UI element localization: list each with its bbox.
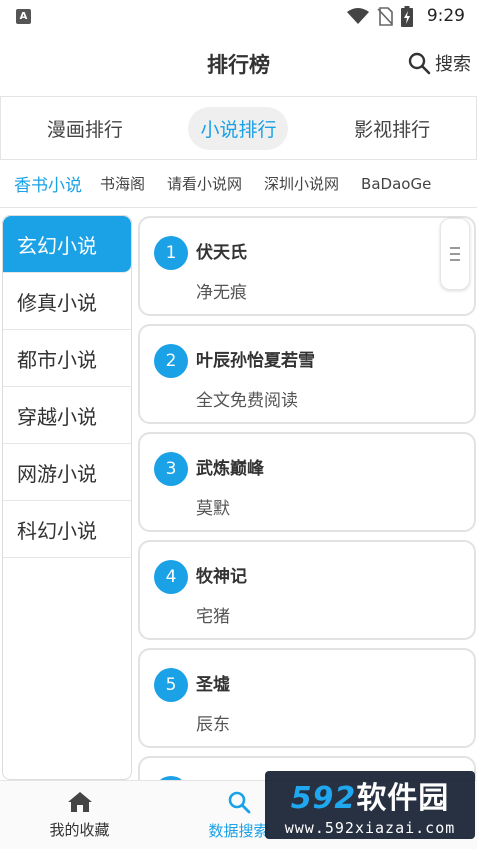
rank-badge: 4: [154, 560, 188, 594]
status-bar: A 9:29: [0, 0, 477, 32]
book-title: 圣墟: [196, 675, 230, 695]
rank-badge: 3: [154, 452, 188, 486]
tab-comic-ranking[interactable]: 漫画排行: [35, 107, 135, 150]
source-tab-xiangshu[interactable]: 香书小说: [14, 171, 82, 196]
source-tab-badaoge[interactable]: BaDaoGe: [361, 175, 431, 193]
nav-favorites-label: 我的收藏: [49, 820, 110, 839]
book-title: 伏天氏: [196, 243, 247, 263]
book-card[interactable]: 5 圣墟 辰东: [138, 648, 476, 748]
book-author: 全文免费阅读: [196, 391, 298, 411]
battery-charging-icon: [400, 5, 413, 27]
rank-badge: 1: [154, 236, 188, 270]
tab-novel-ranking[interactable]: 小说排行: [188, 106, 289, 150]
tab-video-ranking[interactable]: 影视排行: [342, 107, 442, 150]
category-chuanyue[interactable]: 穿越小说: [3, 387, 131, 444]
category-dushi[interactable]: 都市小说: [3, 330, 131, 387]
book-title: 叶辰孙怡夏若雪: [196, 351, 315, 371]
nav-data-search-label: 数据搜索: [208, 821, 269, 840]
search-icon: [228, 791, 250, 813]
category-wangyou[interactable]: 网游小说: [3, 444, 131, 501]
app-header: 排行榜 搜索: [0, 32, 477, 96]
wifi-icon: [346, 7, 369, 24]
book-card[interactable]: 4 牧神记 宅猪: [138, 540, 476, 640]
rank-badge: 2: [154, 344, 188, 378]
book-author: 宅猪: [196, 607, 230, 627]
category-sidebar: 玄幻小说 修真小说 都市小说 穿越小说 网游小说 科幻小说: [2, 215, 132, 780]
watermark-logo: 592软件园 www.592xiazai.com: [265, 771, 475, 839]
source-tab-shenzhen[interactable]: 深圳小说网: [264, 173, 339, 194]
source-tab-shuhaige[interactable]: 书海阁: [100, 173, 145, 194]
search-icon: [408, 52, 431, 75]
no-sim-icon: [377, 6, 393, 26]
status-icons: 9:29: [346, 5, 465, 27]
book-author: 辰东: [196, 715, 230, 735]
category-kehuan[interactable]: 科幻小说: [3, 501, 131, 558]
watermark-url: www.592xiazai.com: [284, 819, 456, 837]
book-card[interactable]: 1 伏天氏 净无痕: [138, 216, 476, 316]
source-tabs: 香书小说 书海阁 请看小说网 深圳小说网 BaDaoGe: [0, 160, 477, 208]
nav-favorites[interactable]: 我的收藏: [0, 781, 159, 849]
notification-a-icon: A: [16, 8, 31, 24]
book-ranking-list: 1 伏天氏 净无痕 2 叶辰孙怡夏若雪 全文免费阅读 3 武炼巅峰 莫默 4 牧…: [138, 214, 476, 780]
book-author: 莫默: [196, 499, 230, 519]
home-icon: [67, 791, 92, 812]
search-button[interactable]: 搜索: [407, 50, 471, 76]
book-card[interactable]: 2 叶辰孙怡夏若雪 全文免费阅读: [138, 324, 476, 424]
ranking-type-tabs: 漫画排行 小说排行 影视排行: [0, 96, 477, 160]
page-title: 排行榜: [207, 53, 270, 77]
category-xuanhuan[interactable]: 玄幻小说: [3, 216, 131, 273]
source-tab-qingkan[interactable]: 请看小说网: [167, 173, 242, 194]
book-title: 牧神记: [196, 567, 247, 587]
book-author: 净无痕: [196, 283, 247, 303]
clock: 9:29: [426, 6, 465, 26]
rank-badge: 5: [154, 668, 188, 702]
scroll-handle[interactable]: [440, 218, 470, 290]
watermark-brand: 592软件园: [290, 781, 450, 816]
category-xiuzhen[interactable]: 修真小说: [3, 273, 131, 330]
book-card[interactable]: 3 武炼巅峰 莫默: [138, 432, 476, 532]
book-title: 武炼巅峰: [196, 459, 264, 479]
search-label: 搜索: [435, 54, 471, 75]
